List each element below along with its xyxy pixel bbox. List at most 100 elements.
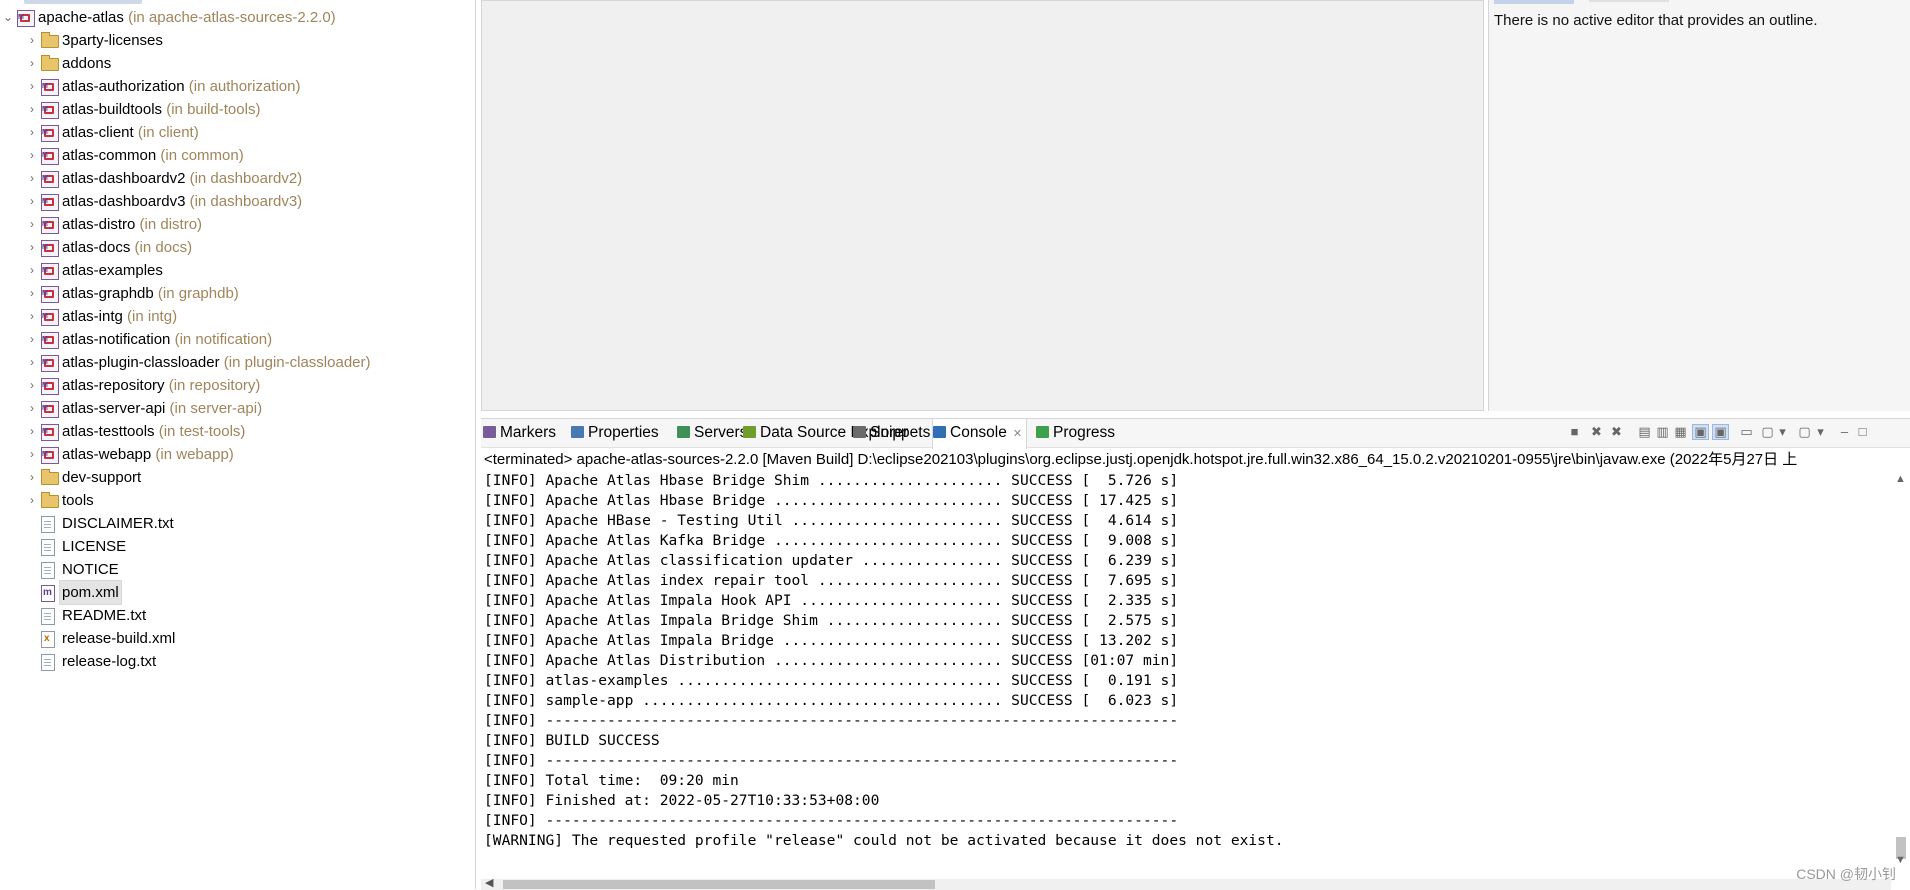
tab-console[interactable]: Console ✕ (932, 418, 1028, 449)
remove-launch-icon[interactable]: ✖ (1589, 425, 1604, 439)
expand-arrow-icon[interactable]: › (25, 167, 39, 190)
tree-item[interactable]: DISCLAIMER.txt (0, 512, 475, 535)
expand-arrow-icon[interactable]: › (25, 75, 39, 98)
scroll-up-icon[interactable]: ▲ (1895, 473, 1906, 485)
scroll-left-icon[interactable]: ◀ (485, 876, 493, 889)
expand-arrow-icon[interactable]: › (25, 489, 39, 512)
expand-arrow-icon[interactable]: › (25, 420, 39, 443)
tree-item-location: (in intg) (122, 308, 178, 325)
tree-item-label: atlas-dashboardv2 (in dashboardv2) (62, 167, 302, 190)
expand-arrow-icon[interactable]: › (25, 443, 39, 466)
display-dropdown-icon[interactable]: ▾ (1775, 425, 1790, 439)
expand-arrow-icon[interactable]: › (25, 98, 39, 121)
tree-item[interactable]: ⌄ apache-atlas (in apache-atlas-sources-2… (0, 6, 475, 29)
tree-item[interactable]: release-log.txt (0, 650, 475, 673)
tab-properties[interactable]: Properties (571, 419, 659, 447)
expand-arrow-icon[interactable]: › (25, 282, 39, 305)
tree-item[interactable]: release-build.xml (0, 627, 475, 650)
expand-arrow-icon[interactable]: › (25, 259, 39, 282)
expand-arrow-icon[interactable]: › (25, 121, 39, 144)
console-horizontal-scrollbar[interactable]: ◀ (481, 876, 1891, 890)
maven-project-icon (41, 190, 59, 213)
expand-arrow-icon[interactable]: › (25, 305, 39, 328)
tree-item[interactable]: › tools (0, 489, 475, 512)
expand-arrow-icon[interactable]: › (25, 351, 39, 374)
tree-item[interactable]: › atlas-common (in common) (0, 144, 475, 167)
word-wrap-icon[interactable]: ▦ (1673, 425, 1688, 439)
expand-arrow-icon[interactable]: › (25, 144, 39, 167)
tree-item[interactable]: › atlas-docs (in docs) (0, 236, 475, 259)
tree-item[interactable]: › atlas-intg (in intg) (0, 305, 475, 328)
tree-item[interactable]: › 3party-licenses (0, 29, 475, 52)
tree-item-name: atlas-intg (62, 308, 123, 325)
tree-item[interactable]: › addons (0, 52, 475, 75)
console-line: [INFO] ---------------------------------… (484, 752, 1179, 769)
collapse-arrow-icon[interactable]: ⌄ (1, 6, 15, 29)
scroll-down-icon[interactable]: ▼ (1895, 854, 1906, 866)
expand-arrow-icon[interactable]: › (25, 397, 39, 420)
open-console-icon[interactable]: ▢ (1797, 425, 1812, 439)
tree-item[interactable]: › dev-support (0, 466, 475, 489)
expand-arrow-icon[interactable]: › (25, 328, 39, 351)
explorer-tab[interactable] (24, 0, 142, 4)
tab-snippets[interactable]: Snippets (853, 419, 930, 447)
console-vertical-scrollbar[interactable]: ▲ ▼ (1892, 471, 1910, 866)
tree-item[interactable]: › atlas-graphdb (in graphdb) (0, 282, 475, 305)
expand-arrow-icon[interactable]: › (25, 190, 39, 213)
pin-console-icon[interactable]: ▭ (1739, 425, 1754, 439)
tree-item[interactable]: › atlas-buildtools (in build-tools) (0, 98, 475, 121)
expand-arrow-icon[interactable]: › (25, 52, 39, 75)
maximize-icon[interactable]: □ (1855, 425, 1870, 439)
tree-item-name: addons (62, 55, 112, 72)
show-on-stdout-icon[interactable]: ▣ (1692, 424, 1709, 440)
tree-item[interactable]: › atlas-client (in client) (0, 121, 475, 144)
expand-arrow-icon[interactable]: › (25, 374, 39, 397)
text-file-icon (41, 539, 55, 556)
tree-item[interactable]: › atlas-distro (in distro) (0, 213, 475, 236)
tab-servers[interactable]: Servers (677, 419, 747, 447)
maven-project-icon (41, 75, 59, 98)
tree-item-location: (in test-tools) (154, 423, 246, 440)
tree-item[interactable]: › atlas-examples (0, 259, 475, 282)
clear-console-icon[interactable]: ▤ (1637, 425, 1652, 439)
minimize-icon[interactable]: – (1837, 425, 1852, 439)
tree-item[interactable]: › atlas-webapp (in webapp) (0, 443, 475, 466)
folder-icon (41, 32, 59, 48)
tree-item[interactable]: › atlas-server-api (in server-api) (0, 397, 475, 420)
outline-tab[interactable] (1494, 0, 1574, 4)
tree-item[interactable]: NOTICE (0, 558, 475, 581)
tree-item[interactable]: › atlas-notification (in notification) (0, 328, 475, 351)
horizontal-scroll-thumb[interactable] (503, 880, 935, 889)
folder-icon (41, 55, 59, 71)
expand-arrow-icon[interactable]: › (25, 466, 39, 489)
tab-label: Markers (500, 424, 556, 441)
tree-item[interactable]: › atlas-dashboardv2 (in dashboardv2) (0, 167, 475, 190)
tab-markers[interactable]: Markers (483, 419, 556, 447)
display-selected-console-icon[interactable]: ▢ (1760, 425, 1775, 439)
close-icon[interactable]: ✕ (1013, 428, 1022, 440)
tree-item-label: atlas-authorization (in authorization) (62, 75, 300, 98)
tree-item[interactable]: › atlas-dashboardv3 (in dashboardv3) (0, 190, 475, 213)
tree-item[interactable]: › atlas-plugin-classloader (in plugin-cla… (0, 351, 475, 374)
expand-arrow-icon[interactable]: › (25, 213, 39, 236)
console-output[interactable]: [INFO] Apache Atlas Hbase Bridge Shim ..… (484, 471, 1887, 851)
tree-item-label: atlas-distro (in distro) (62, 213, 202, 236)
outline-second-tab[interactable] (1589, 0, 1669, 2)
tree-item-location: (in server-api) (165, 400, 263, 417)
tree-item[interactable]: LICENSE (0, 535, 475, 558)
expand-arrow-icon[interactable]: › (25, 29, 39, 52)
tree-item[interactable]: › atlas-authorization (in authorization) (0, 75, 475, 98)
show-on-stderr-icon[interactable]: ▣ (1712, 424, 1729, 440)
tree-item[interactable]: README.txt (0, 604, 475, 627)
scroll-lock-icon[interactable]: ▥ (1655, 425, 1670, 439)
terminate-icon[interactable]: ■ (1567, 425, 1582, 439)
open-console-dropdown-icon[interactable]: ▾ (1813, 425, 1828, 439)
tree-item[interactable]: pom.xml (0, 580, 475, 605)
tree-item[interactable]: › atlas-testtools (in test-tools) (0, 420, 475, 443)
tab-progress[interactable]: Progress (1036, 419, 1115, 447)
tree-item-name: atlas-graphdb (62, 285, 154, 302)
remove-all-terminated-icon[interactable]: ✖ (1609, 425, 1624, 439)
tree-item-location: (in dashboardv3) (185, 193, 303, 210)
expand-arrow-icon[interactable]: › (25, 236, 39, 259)
tree-item[interactable]: › atlas-repository (in repository) (0, 374, 475, 397)
